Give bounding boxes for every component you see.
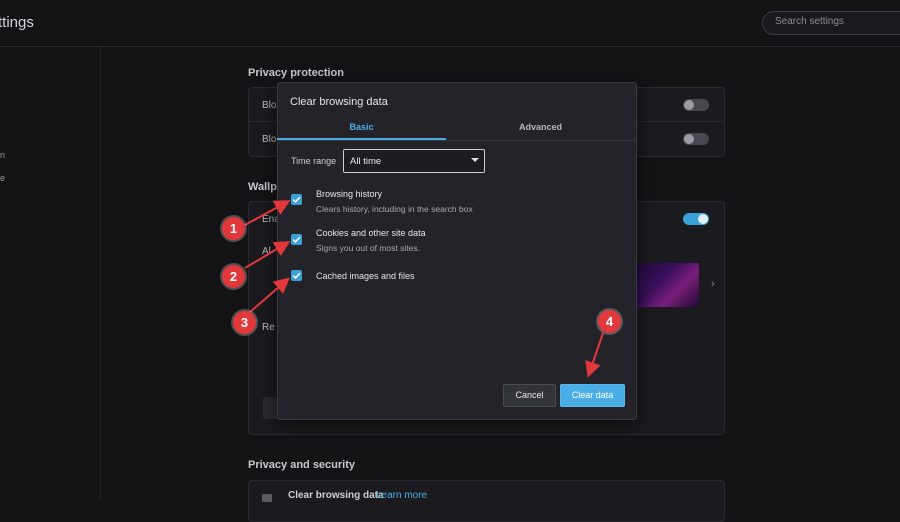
annotation-marker-4: 4 [598, 310, 621, 333]
annotation-arrow-2 [244, 240, 291, 269]
annotation-marker-1: 1 [222, 217, 245, 240]
annotation-arrow-1 [244, 200, 291, 226]
annotation-arrow-4 [585, 332, 604, 378]
annotation-arrow-3 [249, 277, 291, 313]
annotation-marker-2: 2 [222, 265, 245, 288]
annotation-marker-3: 3 [233, 311, 256, 334]
annotation-arrows [244, 200, 604, 378]
